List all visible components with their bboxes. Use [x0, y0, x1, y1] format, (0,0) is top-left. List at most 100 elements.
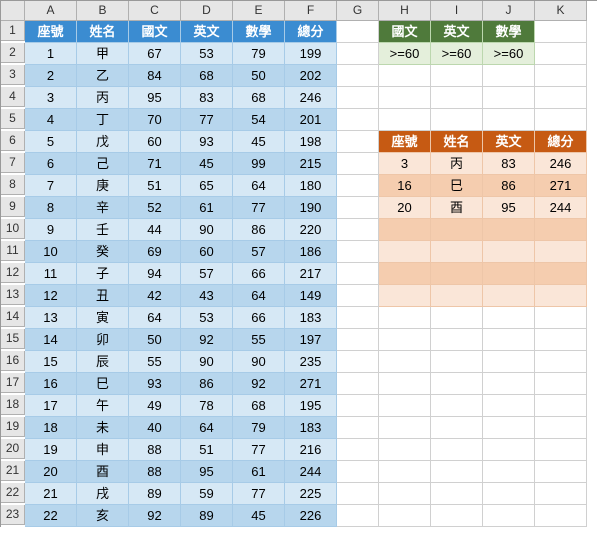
main-cell[interactable]: 202 — [285, 65, 337, 87]
main-header[interactable]: 姓名 — [77, 21, 129, 43]
main-cell[interactable]: 57 — [181, 263, 233, 285]
main-cell[interactable]: 戌 — [77, 483, 129, 505]
column-header[interactable]: D — [181, 1, 233, 21]
main-cell[interactable]: 45 — [233, 505, 285, 527]
empty-cell[interactable] — [483, 87, 535, 109]
result-empty-cell[interactable] — [535, 241, 587, 263]
main-cell[interactable]: 40 — [129, 417, 181, 439]
empty-cell[interactable] — [483, 109, 535, 131]
empty-cell[interactable] — [337, 505, 379, 527]
empty-cell[interactable] — [337, 263, 379, 285]
main-cell[interactable]: 199 — [285, 43, 337, 65]
main-cell[interactable]: 43 — [181, 285, 233, 307]
row-header[interactable]: 4 — [1, 87, 25, 107]
main-cell[interactable]: 90 — [233, 351, 285, 373]
empty-cell[interactable] — [337, 373, 379, 395]
main-cell[interactable]: 50 — [233, 65, 285, 87]
empty-cell[interactable] — [337, 197, 379, 219]
main-cell[interactable]: 66 — [233, 263, 285, 285]
row-header[interactable]: 2 — [1, 43, 25, 63]
result-empty-cell[interactable] — [535, 263, 587, 285]
empty-cell[interactable] — [535, 307, 587, 329]
main-cell[interactable]: 183 — [285, 417, 337, 439]
main-cell[interactable]: 93 — [129, 373, 181, 395]
row-header[interactable]: 21 — [1, 461, 25, 481]
result-empty-cell[interactable] — [431, 241, 483, 263]
main-cell[interactable]: 68 — [233, 87, 285, 109]
empty-cell[interactable] — [379, 109, 431, 131]
main-cell[interactable]: 子 — [77, 263, 129, 285]
main-cell[interactable]: 71 — [129, 153, 181, 175]
empty-cell[interactable] — [535, 43, 587, 65]
result-header[interactable]: 總分 — [535, 131, 587, 153]
main-cell[interactable]: 186 — [285, 241, 337, 263]
row-header[interactable]: 23 — [1, 505, 25, 525]
empty-cell[interactable] — [535, 461, 587, 483]
main-cell[interactable]: 88 — [129, 461, 181, 483]
result-header[interactable]: 座號 — [379, 131, 431, 153]
main-cell[interactable]: 丙 — [77, 87, 129, 109]
main-cell[interactable]: 13 — [25, 307, 77, 329]
main-cell[interactable]: 辛 — [77, 197, 129, 219]
main-cell[interactable]: 201 — [285, 109, 337, 131]
empty-cell[interactable] — [337, 43, 379, 65]
main-cell[interactable]: 68 — [233, 395, 285, 417]
main-cell[interactable]: 52 — [129, 197, 181, 219]
empty-cell[interactable] — [431, 109, 483, 131]
empty-cell[interactable] — [337, 87, 379, 109]
main-cell[interactable]: 44 — [129, 219, 181, 241]
empty-cell[interactable] — [535, 417, 587, 439]
empty-cell[interactable] — [379, 351, 431, 373]
main-cell[interactable]: 77 — [233, 439, 285, 461]
main-cell[interactable]: 86 — [233, 219, 285, 241]
select-all-corner[interactable] — [1, 1, 25, 21]
result-cell[interactable]: 巳 — [431, 175, 483, 197]
column-header[interactable]: B — [77, 1, 129, 21]
main-cell[interactable]: 198 — [285, 131, 337, 153]
empty-cell[interactable] — [483, 373, 535, 395]
empty-cell[interactable] — [337, 153, 379, 175]
row-header[interactable]: 7 — [1, 153, 25, 173]
main-cell[interactable]: 45 — [181, 153, 233, 175]
main-cell[interactable]: 20 — [25, 461, 77, 483]
result-cell[interactable]: 83 — [483, 153, 535, 175]
main-cell[interactable]: 辰 — [77, 351, 129, 373]
main-cell[interactable]: 12 — [25, 285, 77, 307]
empty-cell[interactable] — [535, 87, 587, 109]
main-cell[interactable]: 77 — [233, 197, 285, 219]
main-cell[interactable]: 庚 — [77, 175, 129, 197]
empty-cell[interactable] — [483, 483, 535, 505]
result-cell[interactable]: 95 — [483, 197, 535, 219]
main-cell[interactable]: 88 — [129, 439, 181, 461]
main-cell[interactable]: 89 — [181, 505, 233, 527]
main-cell[interactable]: 67 — [129, 43, 181, 65]
main-cell[interactable]: 93 — [181, 131, 233, 153]
result-cell[interactable]: 16 — [379, 175, 431, 197]
empty-cell[interactable] — [483, 395, 535, 417]
main-cell[interactable]: 22 — [25, 505, 77, 527]
main-cell[interactable]: 寅 — [77, 307, 129, 329]
empty-cell[interactable] — [431, 395, 483, 417]
main-header[interactable]: 數學 — [233, 21, 285, 43]
main-cell[interactable]: 94 — [129, 263, 181, 285]
main-cell[interactable]: 50 — [129, 329, 181, 351]
main-cell[interactable]: 99 — [233, 153, 285, 175]
main-cell[interactable]: 51 — [129, 175, 181, 197]
main-cell[interactable]: 215 — [285, 153, 337, 175]
main-header[interactable]: 國文 — [129, 21, 181, 43]
main-cell[interactable]: 61 — [181, 197, 233, 219]
empty-cell[interactable] — [535, 329, 587, 351]
main-cell[interactable]: 壬 — [77, 219, 129, 241]
empty-cell[interactable] — [337, 219, 379, 241]
main-cell[interactable]: 51 — [181, 439, 233, 461]
empty-cell[interactable] — [337, 285, 379, 307]
empty-cell[interactable] — [431, 461, 483, 483]
empty-cell[interactable] — [379, 461, 431, 483]
main-cell[interactable]: 246 — [285, 87, 337, 109]
row-header[interactable]: 19 — [1, 417, 25, 437]
result-empty-cell[interactable] — [379, 285, 431, 307]
criteria-header[interactable]: 國文 — [379, 21, 431, 43]
main-cell[interactable]: 7 — [25, 175, 77, 197]
main-cell[interactable]: 84 — [129, 65, 181, 87]
row-header[interactable]: 16 — [1, 351, 25, 371]
